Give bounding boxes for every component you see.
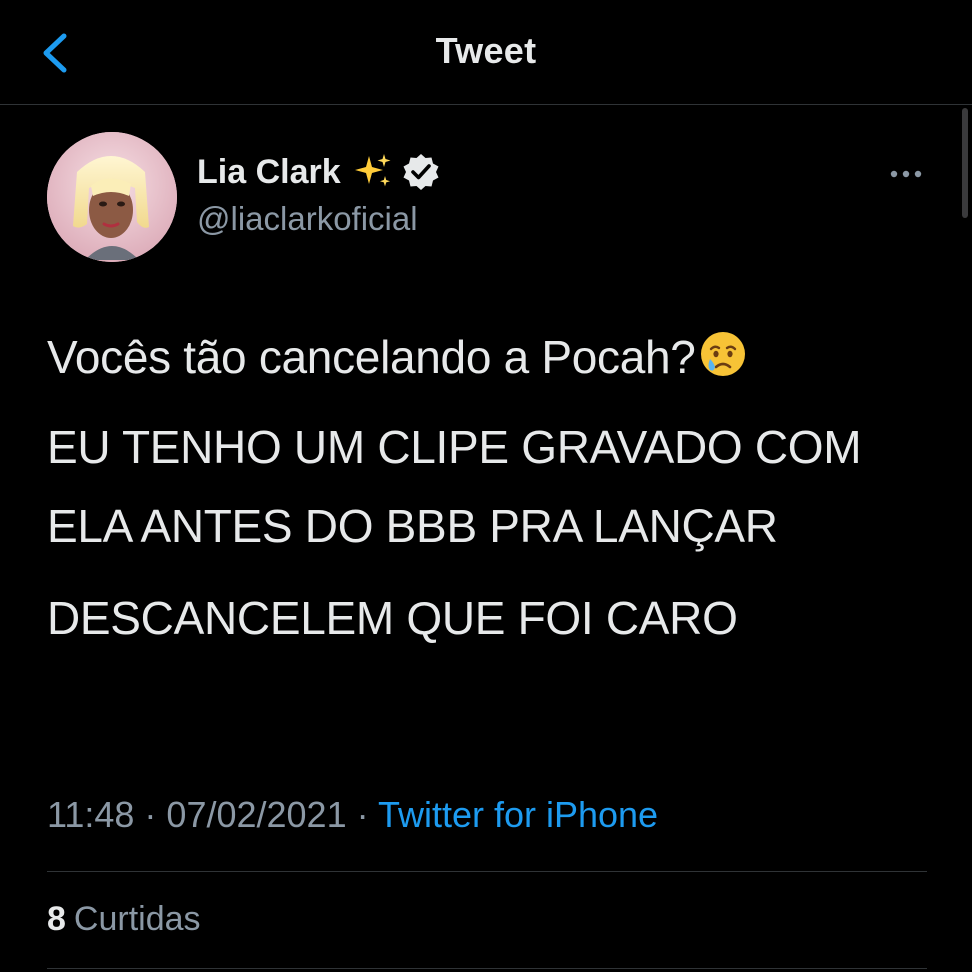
divider [47,968,927,969]
name-row: Lia Clark [197,150,441,194]
divider [47,871,927,872]
separator-dot: · [134,794,167,835]
profile-picture [47,132,177,262]
tweet-paragraph: EU TENHO UM CLIPE GRAVADO COM ELA ANTES … [47,421,862,552]
tweet-source-link[interactable]: Twitter for iPhone [378,794,658,835]
more-horizontal-icon [890,170,922,178]
tweet-time: 11:48 [47,794,135,835]
scrollbar[interactable] [962,108,968,218]
avatar[interactable] [47,132,177,262]
separator-dot: · [346,794,378,835]
likes-stat[interactable]: 8 Curtidas [47,900,201,939]
likes-label: Curtidas [73,900,201,938]
top-nav-bar: Tweet [0,0,972,105]
crying-face-icon [700,332,745,376]
tweet-paragraph: DESCANCELEM QUE FOI CARO [47,592,738,644]
tweet-metadata: 11:48 · 07/02/2021 · Twitter for iPhone [47,794,658,836]
author-info[interactable]: Lia Clark @liaclarkoficial [197,150,441,238]
display-name[interactable]: Lia Clark [197,153,341,192]
user-handle[interactable]: @liaclarkoficial [197,200,441,238]
page-title: Tweet [435,30,537,71]
tweet-text: Vocês tão cancelando a Pocah? EU TENHO U… [47,318,927,658]
likes-count: 8 [47,900,66,938]
tweet-date: 07/02/2021 [166,794,347,835]
more-options-button[interactable] [882,160,930,188]
tweet-paragraph: Vocês tão cancelando a Pocah? [47,318,927,397]
verified-badge-icon [403,154,439,190]
sparkles-icon [354,154,391,187]
tweet-line-text: Vocês tão cancelando a Pocah? [47,331,696,383]
